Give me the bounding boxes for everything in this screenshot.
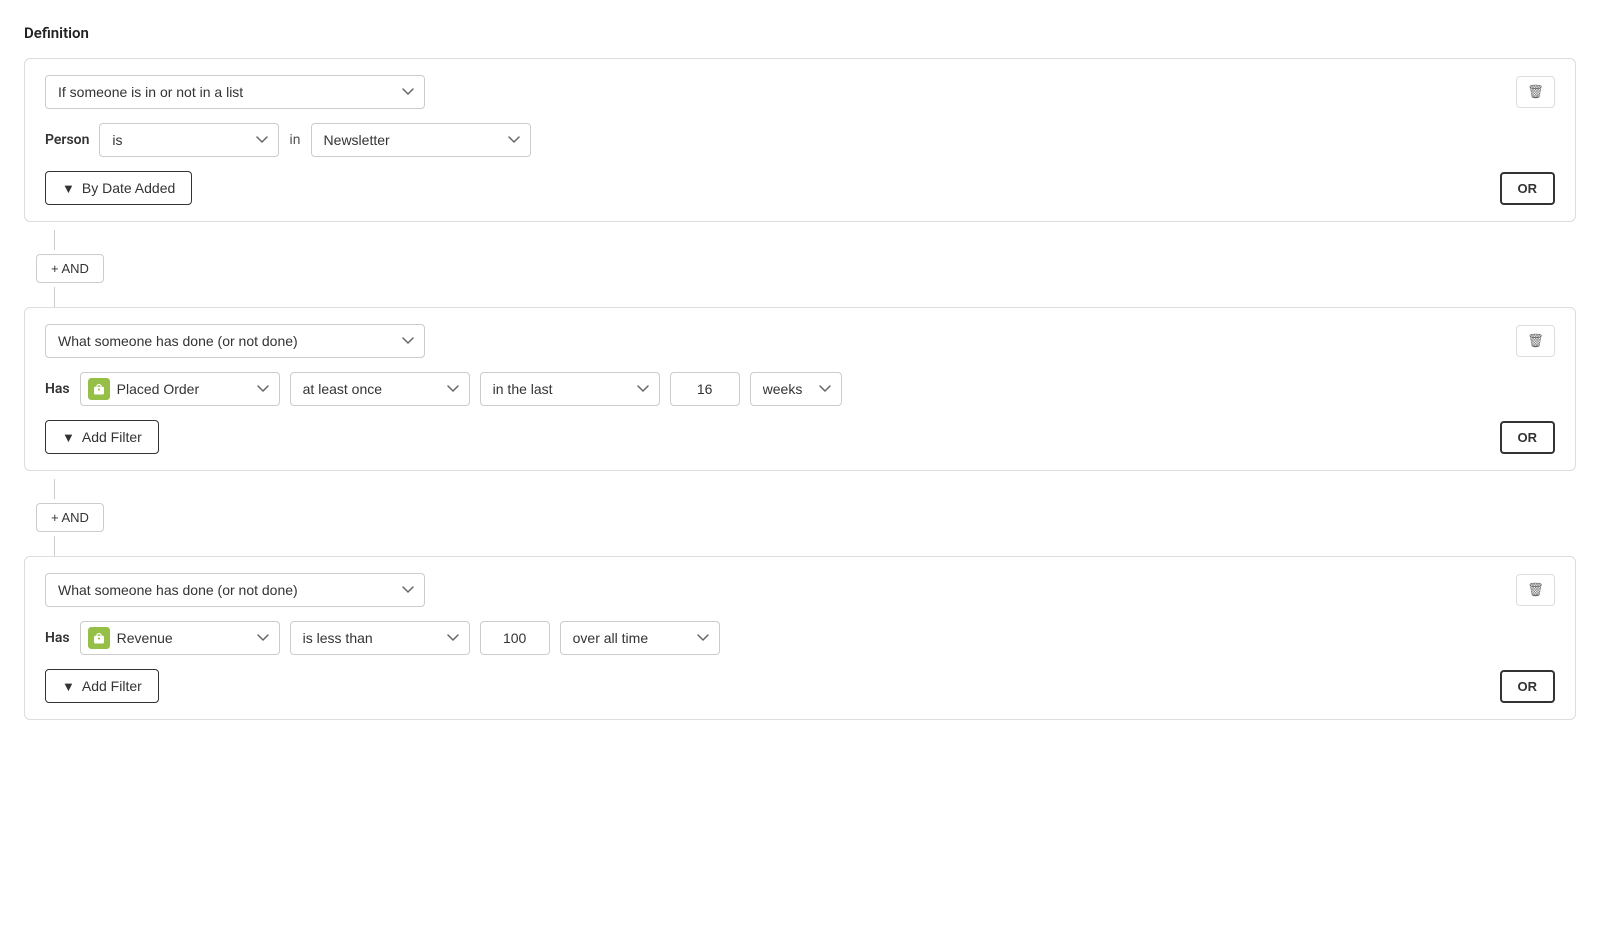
block1-or-button[interactable]: OR: [1500, 172, 1556, 205]
block1-footer: ▼ By Date Added OR: [45, 171, 1555, 205]
event-dropdown-2[interactable]: Placed Order Viewed Product Added to Car…: [80, 372, 280, 406]
block1-header: If someone is in or not in a list What s…: [45, 75, 1555, 109]
condition-block-3: What someone has done (or not done) If s…: [24, 556, 1576, 720]
and-button-1[interactable]: + AND: [36, 254, 104, 283]
connector-line-2: [54, 287, 55, 307]
time-condition-dropdown-2[interactable]: in the last over all time before after: [480, 372, 660, 406]
block2-or-button[interactable]: OR: [1500, 421, 1556, 454]
in-text: in: [289, 132, 300, 148]
connector-line-1: [54, 230, 55, 250]
trash-icon-3: 🗑: [1527, 582, 1544, 598]
block2-header: What someone has done (or not done) If s…: [45, 324, 1555, 358]
time-unit-dropdown-2[interactable]: weeks days months years: [750, 372, 842, 406]
page-container: Definition If someone is in or not in a …: [24, 24, 1576, 720]
filter-icon: ▼: [62, 181, 75, 196]
block3-header: What someone has done (or not done) If s…: [45, 573, 1555, 607]
has-label-3: Has: [45, 630, 70, 646]
add-filter-label-3: Add Filter: [82, 678, 142, 694]
and-button-2[interactable]: + AND: [36, 503, 104, 532]
frequency-dropdown-2[interactable]: at least once zero times exactly: [290, 372, 470, 406]
add-filter-button-3[interactable]: ▼ Add Filter: [45, 669, 159, 703]
has-label-2: Has: [45, 381, 70, 397]
and-connector-1: + AND: [24, 254, 1576, 283]
connector-line-4: [54, 536, 55, 556]
block3-main-dropdown[interactable]: What someone has done (or not done) If s…: [45, 573, 425, 607]
event-dropdown-3[interactable]: Revenue Placed Order Viewed Product: [80, 621, 280, 655]
and-connector-2: + AND: [24, 503, 1576, 532]
block2-footer: ▼ Add Filter OR: [45, 420, 1555, 454]
add-filter-label-2: Add Filter: [82, 429, 142, 445]
time-value-input-2[interactable]: [670, 372, 740, 406]
trash-icon-2: 🗑: [1527, 333, 1544, 349]
block3-footer: ▼ Add Filter OR: [45, 669, 1555, 703]
block2-delete-button[interactable]: 🗑: [1516, 325, 1555, 357]
time-dropdown-3[interactable]: over all time in the last before after: [560, 621, 720, 655]
block3-delete-button[interactable]: 🗑: [1516, 574, 1555, 606]
person-condition-dropdown[interactable]: is is not: [99, 123, 279, 157]
condition-block-1: If someone is in or not in a list What s…: [24, 58, 1576, 222]
block1-row: Person is is not in Newsletter VIP Subsc…: [45, 123, 1555, 157]
list-dropdown[interactable]: Newsletter VIP Subscribers: [311, 123, 531, 157]
condition-dropdown-3[interactable]: is less than is greater than equals is b…: [290, 621, 470, 655]
condition-block-2: What someone has done (or not done) If s…: [24, 307, 1576, 471]
trash-icon: 🗑: [1527, 84, 1544, 100]
person-label: Person: [45, 132, 89, 148]
by-date-button[interactable]: ▼ By Date Added: [45, 171, 192, 205]
block3-or-button[interactable]: OR: [1500, 670, 1556, 703]
page-title: Definition: [24, 24, 1576, 42]
add-filter-button-2[interactable]: ▼ Add Filter: [45, 420, 159, 454]
block3-row: Has Revenue Placed Order Viewed Product …: [45, 621, 1555, 655]
filter-icon-2: ▼: [62, 430, 75, 445]
block1-main-dropdown[interactable]: If someone is in or not in a list What s…: [45, 75, 425, 109]
by-date-label: By Date Added: [82, 180, 175, 196]
filter-icon-3: ▼: [62, 679, 75, 694]
block2-main-dropdown[interactable]: What someone has done (or not done) If s…: [45, 324, 425, 358]
block2-row: Has Placed Order Viewed Product Added to…: [45, 372, 1555, 406]
condition-value-input-3[interactable]: [480, 621, 550, 655]
connector-line-3: [54, 479, 55, 499]
block1-delete-button[interactable]: 🗑: [1516, 76, 1555, 108]
